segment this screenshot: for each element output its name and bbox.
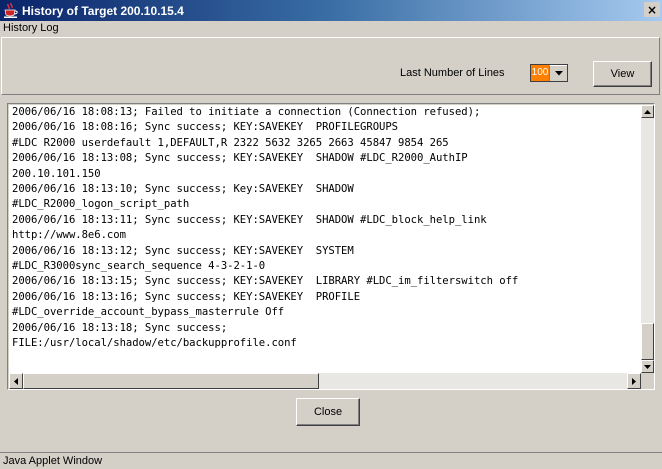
- scrollbar-corner: [641, 373, 654, 389]
- log-line: 2006/06/16 18:08:13; Failed to initiate …: [12, 106, 481, 118]
- log-line: #LDC R2000 userdefault 1,DEFAULT,R 2322 …: [12, 136, 449, 149]
- history-log-panel: 2006/06/16 18:08:13; Failed to initiate …: [7, 103, 655, 390]
- horizontal-scrollbar[interactable]: [9, 373, 641, 389]
- scroll-up-button[interactable]: [641, 105, 654, 118]
- chevron-down-icon[interactable]: [549, 65, 567, 81]
- scroll-right-button[interactable]: [627, 373, 641, 389]
- chevron-left-icon: [14, 377, 18, 385]
- log-line: 2006/06/16 18:13:18; Sync success;: [12, 321, 228, 334]
- lines-count-value: 100: [531, 65, 549, 81]
- log-line: 2006/06/16 18:13:12; Sync success; KEY:S…: [12, 244, 354, 257]
- log-line: 2006/06/16 18:13:16; Sync success; KEY:S…: [12, 290, 361, 303]
- log-line: 2006/06/16 18:13:15; Sync success; KEY:S…: [12, 275, 519, 288]
- chevron-down-icon: [644, 364, 651, 369]
- horizontal-scroll-thumb[interactable]: [23, 373, 319, 389]
- log-line: #LDC_override_account_bypass_masterrule …: [12, 306, 285, 319]
- scroll-left-button[interactable]: [9, 373, 23, 389]
- chevron-up-icon: [644, 109, 651, 114]
- window-close-button[interactable]: ×: [644, 2, 660, 17]
- lines-count-select[interactable]: 100: [530, 64, 568, 82]
- java-cup-icon: [3, 2, 19, 19]
- last-number-of-lines-label: Last Number of Lines: [400, 67, 505, 79]
- close-button[interactable]: Close: [296, 398, 360, 426]
- scroll-down-button[interactable]: [641, 360, 654, 373]
- chevron-right-icon: [632, 377, 636, 385]
- log-line: 2006/06/16 18:08:16; Sync success; KEY:S…: [12, 121, 399, 134]
- history-log-text[interactable]: 2006/06/16 18:08:13; Failed to initiate …: [9, 105, 641, 373]
- log-line: #LDC_R2000_logon_script_path: [12, 198, 190, 211]
- status-bar: Java Applet Window: [0, 452, 662, 469]
- log-line: #LDC_R3000sync_search_sequence 4-3-2-1-0: [12, 260, 266, 273]
- log-line: 2006/06/16 18:13:11; Sync success; KEY:S…: [12, 213, 487, 226]
- view-button[interactable]: View: [593, 61, 652, 87]
- vertical-scrollbar[interactable]: [641, 105, 654, 373]
- vertical-scroll-thumb[interactable]: [641, 323, 654, 360]
- title-bar[interactable]: History of Target 200.10.15.4 ×: [0, 0, 662, 21]
- log-line: 2006/06/16 18:13:08; Sync success; KEY:S…: [12, 152, 468, 165]
- log-line: http://www.8e6.com: [12, 229, 126, 242]
- history-log-label: History Log: [3, 22, 59, 34]
- log-line: FILE:/usr/local/shadow/etc/backupprofile…: [12, 337, 297, 350]
- log-line: 2006/06/16 18:13:10; Sync success; Key:S…: [12, 183, 354, 196]
- log-line: 200.10.101.150: [12, 167, 101, 180]
- window-title: History of Target 200.10.15.4: [22, 3, 184, 18]
